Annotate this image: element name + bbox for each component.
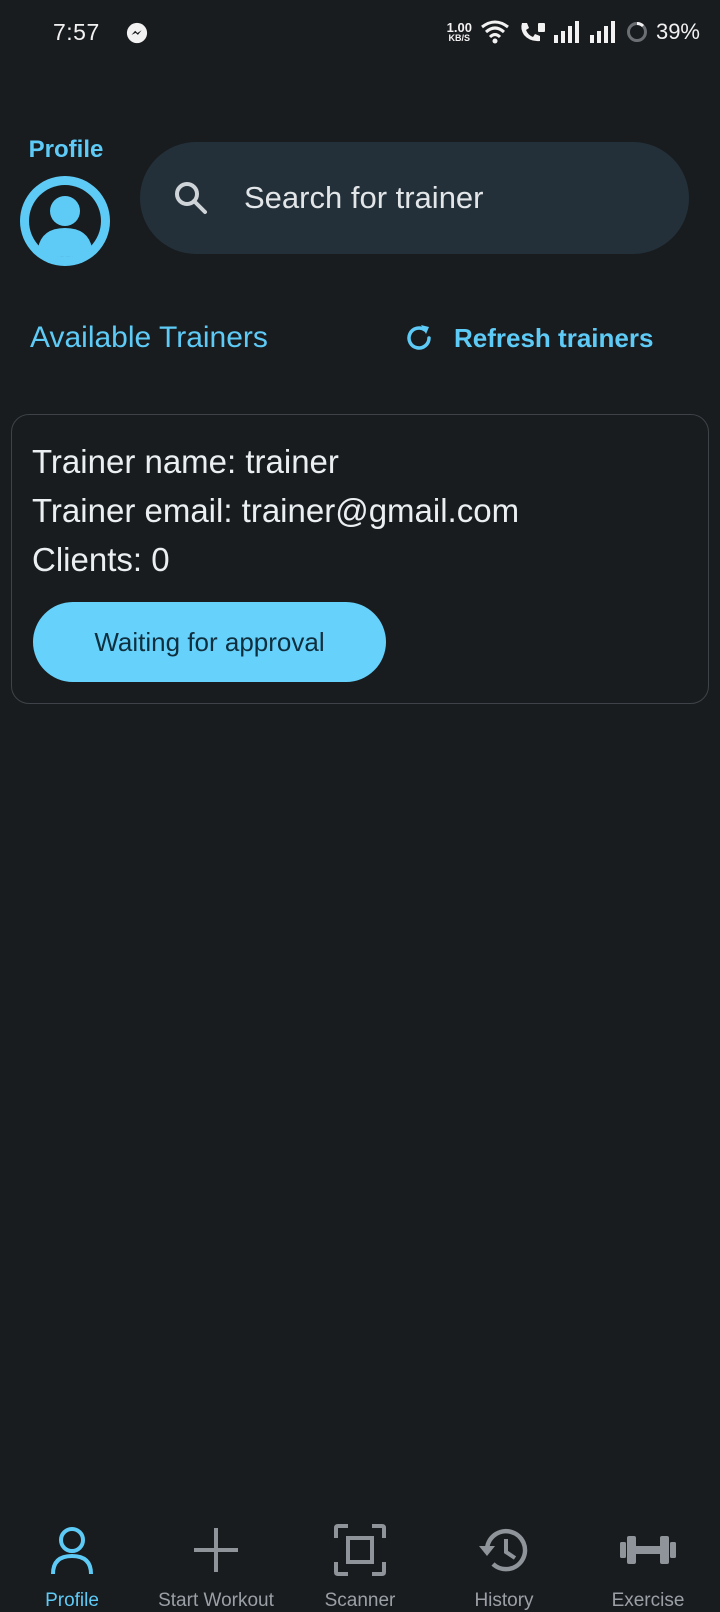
search-input[interactable]: Search for trainer bbox=[244, 180, 484, 216]
nav-item-exercise[interactable]: Exercise bbox=[576, 1500, 720, 1612]
profile-button[interactable]: Profile bbox=[20, 136, 112, 266]
battery-icon bbox=[626, 22, 647, 42]
signal-1-icon bbox=[553, 21, 579, 43]
search-bar[interactable]: Search for trainer bbox=[140, 142, 689, 254]
available-trainers-title: Available Trainers bbox=[30, 321, 268, 354]
trainer-email: Trainer email: trainer@gmail.com bbox=[32, 492, 520, 529]
person-icon bbox=[51, 1527, 93, 1575]
refresh-trainers-label: Refresh trainers bbox=[454, 322, 654, 353]
nav-item-scanner[interactable]: Scanner bbox=[288, 1500, 432, 1612]
dumbbell-icon bbox=[620, 1536, 676, 1564]
scanner-icon bbox=[334, 1524, 386, 1576]
nav-item-start-workout[interactable]: Start Workout bbox=[144, 1500, 288, 1612]
profile-label: Profile bbox=[28, 136, 104, 163]
search-icon bbox=[175, 182, 207, 214]
screen: 7:57 1.00 KB/S 39% Profile Search for tr… bbox=[0, 0, 720, 1612]
avatar-icon bbox=[20, 176, 110, 266]
history-icon bbox=[479, 1528, 528, 1572]
wifi-icon bbox=[481, 20, 509, 44]
nav-label-exercise: Exercise bbox=[611, 1590, 685, 1611]
trainer-card: Trainer name: trainer Trainer email: tra… bbox=[11, 414, 709, 704]
nav-label-profile: Profile bbox=[45, 1590, 99, 1611]
nav-item-history[interactable]: History bbox=[432, 1500, 576, 1612]
network-speed: 1.00 KB/S bbox=[446, 20, 472, 43]
trainer-name: Trainer name: trainer bbox=[32, 443, 339, 480]
refresh-icon bbox=[407, 325, 431, 350]
status-time: 7:57 bbox=[53, 19, 100, 45]
wifi-call-icon bbox=[521, 23, 545, 42]
nav-label-scanner: Scanner bbox=[324, 1590, 396, 1611]
nav-item-profile[interactable]: Profile bbox=[0, 1500, 144, 1612]
waiting-for-approval-button[interactable]: Waiting for approval bbox=[33, 602, 386, 682]
trainer-clients: Clients: 0 bbox=[32, 541, 170, 578]
signal-2-icon bbox=[589, 21, 615, 43]
bottom-nav: Profile Start Workout Scanner History Ex… bbox=[0, 1500, 720, 1612]
status-bar: 7:57 1.00 KB/S 39% bbox=[0, 0, 720, 66]
battery-percent: 39% bbox=[655, 19, 700, 44]
nav-label-history: History bbox=[474, 1590, 534, 1611]
plus-icon bbox=[194, 1528, 238, 1572]
refresh-trainers-button[interactable]: Refresh trainers bbox=[402, 318, 653, 358]
nav-label-start-workout: Start Workout bbox=[158, 1590, 274, 1611]
status-icons: 1.00 KB/S 39% bbox=[447, 17, 700, 47]
messenger-icon bbox=[126, 22, 148, 44]
